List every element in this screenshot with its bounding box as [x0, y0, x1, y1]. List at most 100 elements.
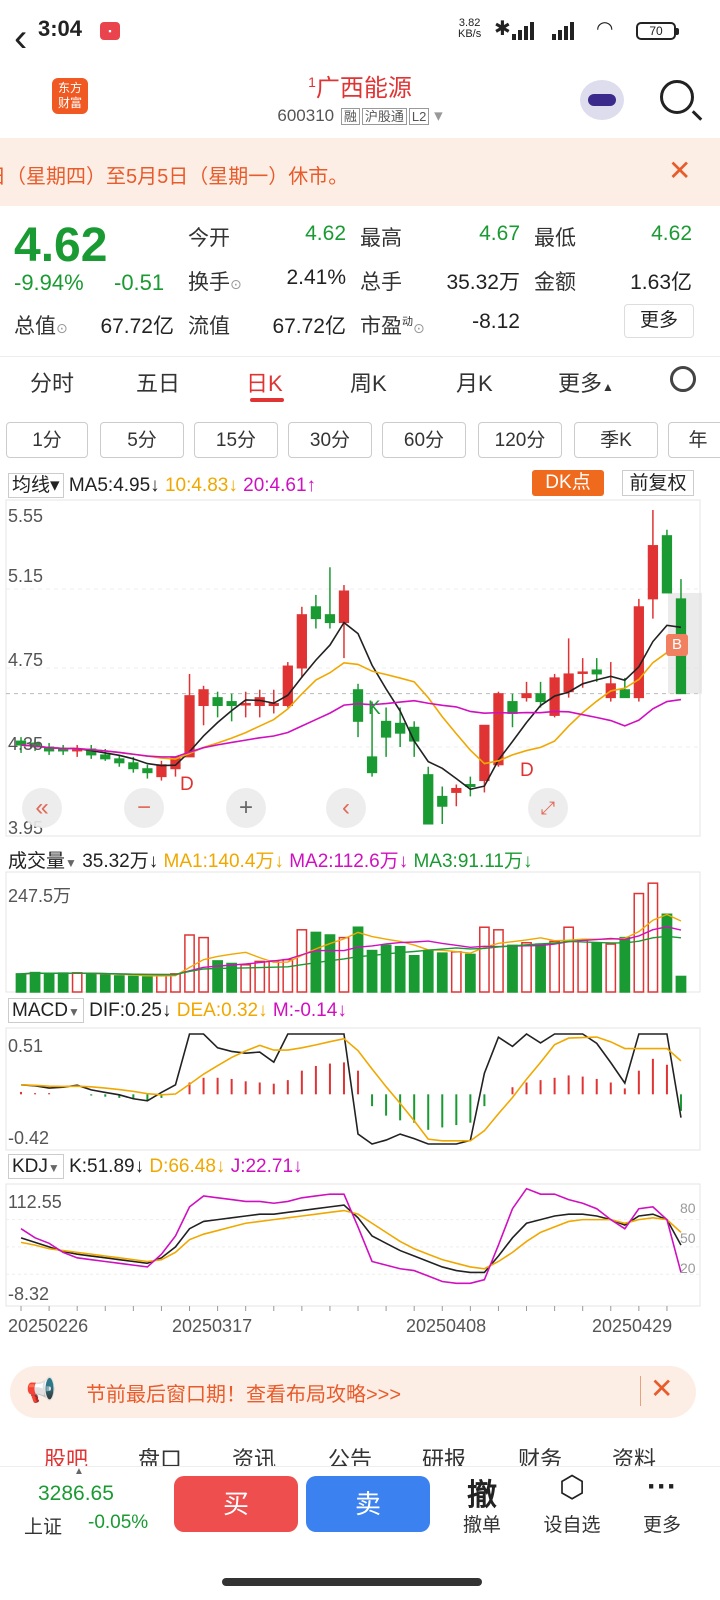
- volume-y-top: 247.5万: [8, 886, 72, 906]
- index-name[interactable]: 上证: [24, 1512, 62, 1539]
- quote-value: 35.32万: [446, 271, 520, 294]
- candle-body: [114, 758, 125, 764]
- adjust-button[interactable]: 前复权: [622, 470, 694, 496]
- y-tick: 4.35: [8, 734, 44, 754]
- period-60min[interactable]: 60分: [382, 422, 466, 458]
- kdj-level: 80: [680, 1200, 696, 1216]
- scroll-left-fast-icon[interactable]: «: [22, 788, 62, 828]
- signal-icon-2: [552, 22, 574, 40]
- quote-label: 总手: [360, 271, 402, 294]
- kdj_k-line: [20, 1204, 682, 1274]
- tab-five-day[interactable]: 五日: [136, 366, 180, 398]
- sell-button[interactable]: 卖: [306, 1476, 430, 1532]
- tag-level2: L2: [408, 108, 430, 125]
- candle-body: [142, 768, 153, 774]
- candle-body: [577, 671, 588, 674]
- volume-bar: [479, 926, 490, 993]
- volume-bar: [408, 954, 420, 993]
- candle-body: [479, 724, 490, 782]
- wifi-icon: ◠: [596, 18, 614, 40]
- more-icon[interactable]: ···: [622, 1470, 702, 1504]
- ma-indicator-row: 均线▾ MA5:4.95↓ 10:4.83↓ 20:4.61↑: [8, 470, 316, 498]
- assistant-robot-icon[interactable]: [580, 80, 624, 120]
- quote-value: -8.12: [472, 310, 520, 333]
- candle-body: [352, 689, 364, 722]
- more-quote-button[interactable]: 更多: [624, 304, 694, 338]
- zoom-out-icon[interactable]: −: [124, 788, 164, 828]
- buy-button[interactable]: 买: [174, 1476, 298, 1532]
- tab-weekly-k[interactable]: 周K: [350, 366, 387, 398]
- ma10-value: 10:4.83: [164, 475, 229, 496]
- zoom-in-icon[interactable]: +: [226, 788, 266, 828]
- volume-bar: [338, 936, 350, 993]
- status-bar: 3:04 ▪ 3.82 KB/s ✱ ◠ 70: [0, 0, 720, 60]
- volume-bar: [184, 934, 195, 993]
- vol-ma1: MA1:140.4万: [163, 851, 275, 872]
- kline-chart[interactable]: [0, 496, 720, 1346]
- marker-k: K: [368, 698, 381, 719]
- tab-daily-k[interactable]: 日K: [246, 366, 283, 398]
- period-year[interactable]: 年: [668, 422, 720, 458]
- volume-bar: [507, 944, 518, 993]
- gear-icon[interactable]: [670, 366, 696, 392]
- add-watchlist-icon[interactable]: ⬡: [532, 1470, 612, 1505]
- index-value[interactable]: 3286.65: [38, 1482, 114, 1506]
- kdj-selector[interactable]: KDJ▼: [8, 1154, 64, 1179]
- marker-b: B: [666, 634, 688, 656]
- candle-body: [451, 787, 462, 793]
- candle-body: [240, 703, 251, 706]
- period-30min[interactable]: 30分: [288, 422, 372, 458]
- cancel-order-label[interactable]: 撤单: [442, 1510, 522, 1537]
- candle-body: [212, 697, 223, 707]
- back-button[interactable]: ‹: [14, 18, 27, 58]
- close-icon[interactable]: ✕: [650, 1372, 673, 1405]
- promo-text[interactable]: 节前最后窗口期！查看布局攻略>>>: [86, 1378, 401, 1407]
- caret-up-icon: ▲: [74, 1466, 84, 1477]
- search-icon[interactable]: [660, 80, 694, 114]
- volume-bar: [366, 949, 378, 993]
- volume-selector[interactable]: 成交量▼: [8, 851, 77, 872]
- index-change[interactable]: -0.05%: [88, 1512, 148, 1534]
- period-quarter[interactable]: 季K: [574, 422, 658, 458]
- macd-y-top: 0.51: [8, 1036, 44, 1056]
- ma-selector[interactable]: 均线▾: [8, 473, 64, 498]
- tab-monthly-k[interactable]: 月K: [456, 366, 493, 398]
- volume-bar: [619, 936, 631, 993]
- ma20-value: 20:4.61: [243, 475, 307, 496]
- x-date: 20250429: [592, 1316, 673, 1336]
- period-120min[interactable]: 120分: [478, 422, 562, 458]
- volume-bar: [549, 940, 560, 993]
- more-label[interactable]: 更多: [622, 1510, 702, 1537]
- cancel-order-icon[interactable]: 撤: [442, 1470, 522, 1514]
- volume-value: 35.32万: [82, 851, 149, 872]
- period-15min[interactable]: 15分: [194, 422, 278, 458]
- bluetooth-icon: ✱: [494, 18, 511, 40]
- x-date: 20250226: [8, 1316, 89, 1336]
- volume-bar: [521, 942, 532, 993]
- tab-more[interactable]: 更多▲: [558, 366, 614, 398]
- dk-point-button[interactable]: DK点: [532, 470, 604, 496]
- y-tick: 5.15: [8, 566, 44, 586]
- expand-icon[interactable]: ⤢: [528, 788, 568, 828]
- change-percent: -9.94%: [14, 270, 84, 295]
- macd-dif: DIF:0.25: [89, 1000, 162, 1021]
- period-1min[interactable]: 1分: [6, 422, 88, 458]
- candle-body: [100, 754, 111, 760]
- candle-body: [395, 722, 406, 734]
- scroll-left-icon[interactable]: ‹: [326, 788, 366, 828]
- divider: [640, 1376, 641, 1406]
- volume-bar: [633, 892, 645, 993]
- candle-body: [282, 665, 293, 707]
- x-date: 20250408: [406, 1316, 487, 1336]
- tab-intraday[interactable]: 分时: [30, 366, 74, 398]
- volume-bar: [282, 958, 294, 993]
- period-5min[interactable]: 5分: [100, 422, 184, 458]
- signal-icon: [512, 22, 534, 40]
- close-icon[interactable]: ✕: [668, 154, 691, 187]
- add-watchlist-label[interactable]: 设自选: [532, 1510, 612, 1537]
- volume-bar: [127, 975, 139, 993]
- quote-label: 市盈动⊙: [360, 315, 425, 338]
- macd-y-bottom: -0.42: [8, 1128, 50, 1148]
- macd-selector[interactable]: MACD▼: [8, 998, 84, 1023]
- candle-body: [128, 762, 139, 770]
